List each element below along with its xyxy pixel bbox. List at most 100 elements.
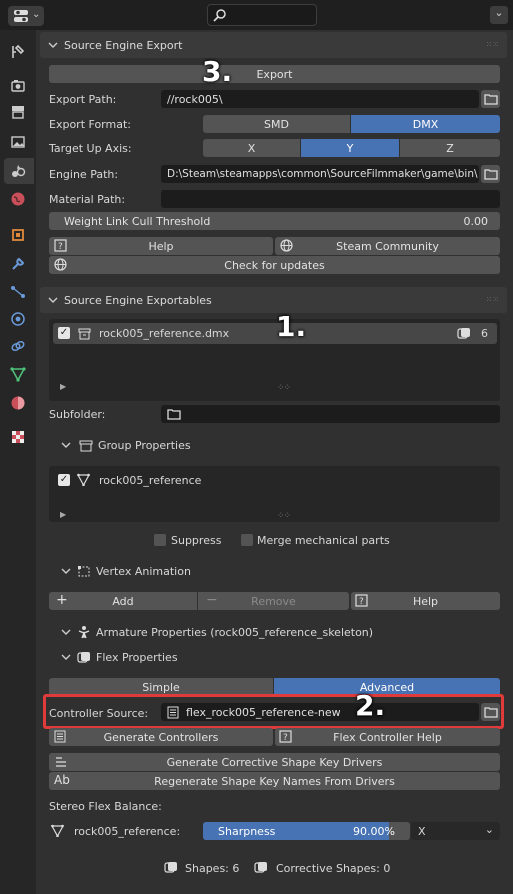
render-icon[interactable] [10,78,26,94]
list-item[interactable]: ✓ rock005_reference.dmx 6 [53,323,497,344]
target-up-axis-label: Target Up Axis: [49,142,132,155]
annotation-two: 2. [355,689,386,722]
shape-keys-icon [457,328,470,339]
sharpness-slider[interactable]: Sharpness 90.00% [203,822,410,840]
subfolder-label: Subfolder: [49,408,106,421]
chevron-down-icon [48,42,58,48]
generate-controllers-button[interactable]: Generate Controllers [49,728,273,746]
vertex-animation-header[interactable]: Vertex Animation [49,559,500,583]
engine-path-browse-button[interactable] [481,165,500,183]
axis-y-button[interactable]: Y [301,139,399,157]
check-for-updates-button[interactable]: Check for updates [49,256,500,274]
suppress-checkbox[interactable] [154,534,166,546]
subfolder-field[interactable] [161,405,500,423]
view-layer-icon[interactable] [10,134,26,150]
stereo-axis-value: X [418,825,426,838]
options-dropdown-button[interactable]: ⌄ [490,6,508,24]
sharpness-value: 90.00% [353,825,395,838]
add-vertex-animation-button[interactable]: + Add [49,592,197,610]
chevron-down-icon: ⌄ [32,9,41,20]
shape-keys-icon [164,862,177,873]
flex-properties-title: Flex Properties [96,650,178,664]
chevron-down-icon: ⌄ [484,823,494,836]
material-path-label: Material Path: [49,193,126,206]
list-expand-arrow-icon[interactable]: ▶ [60,382,66,391]
physics-icon[interactable] [10,311,26,327]
weight-cull-threshold-slider[interactable]: Weight Link Cull Threshold 0.00 [49,212,500,230]
export-path-browse-button[interactable] [481,90,500,108]
group-item-checkbox[interactable]: ✓ [58,474,70,486]
stereo-axis-dropdown[interactable]: X ⌄ [411,822,500,840]
plus-icon: + [56,592,68,608]
top-bar: ⌄ ⌄ [0,0,513,30]
engine-path-field[interactable]: D:\Steam\steamapps\common\SourceFilmmake… [161,165,479,183]
list-item[interactable]: ✓ rock005_reference [53,470,497,490]
list-item-name: rock005_reference.dmx [99,327,230,340]
tool-icon[interactable] [10,44,26,60]
material-icon[interactable] [10,395,26,411]
vertex-animation-help-button[interactable]: ? Help [351,592,500,610]
format-smd-button[interactable]: SMD [203,115,350,133]
panel-title: Source Engine Exportables [64,293,212,307]
armature-properties-header[interactable]: Armature Properties (rock005_reference_s… [49,620,500,644]
format-dmx-button[interactable]: DMX [351,115,500,133]
vertex-animation-title: Vertex Animation [96,564,191,578]
drag-handle-icon[interactable]: ⁙⁙ [486,295,499,304]
export-path-field[interactable]: //rock005\ [161,90,479,108]
suppress-label: Suppress [171,534,222,547]
generate-corrective-drivers-button[interactable]: Generate Corrective Shape Key Drivers [49,753,500,771]
svg-text:?: ? [58,242,63,252]
svg-text:?: ? [359,597,364,607]
weight-cull-label: Weight Link Cull Threshold [64,214,211,228]
export-checkbox[interactable]: ✓ [58,327,70,339]
stereo-object-name: rock005_reference: [74,825,181,838]
material-path-field[interactable] [161,190,500,208]
object-icon[interactable] [10,227,26,243]
drag-handle-icon[interactable]: ⁙⁙ [486,40,499,49]
data-mesh-icon[interactable] [10,366,26,382]
flex-controller-help-button[interactable]: ? Flex Controller Help [275,728,500,746]
svg-text:?: ? [283,733,288,743]
help-button[interactable]: ? Help [49,237,273,255]
list-expand-arrow-icon[interactable]: ▶ [60,510,66,519]
annotation-one: 1. [276,310,307,343]
stereo-flex-balance-label: Stereo Flex Balance: [49,800,162,813]
armature-properties-title: Armature Properties (rock005_reference_s… [96,625,374,639]
steam-community-button[interactable]: Steam Community [275,237,500,255]
list-resize-grip-icon[interactable]: ⁘⁘ [277,511,291,521]
driver-icon [56,757,66,767]
world-icon[interactable] [10,191,26,207]
exportables-panel-header[interactable]: Source Engine Exportables ⁙⁙ [40,287,507,313]
group-properties-title: Group Properties [98,438,191,452]
modifier-wrench-icon[interactable] [10,256,26,272]
shapes-count: Shapes: 6 [185,862,240,875]
group-properties-header[interactable]: Group Properties [49,433,500,457]
list-resize-grip-icon[interactable]: ⁘⁘ [277,383,291,393]
constraints-icon[interactable] [10,338,26,354]
flex-properties-header[interactable]: Flex Properties [49,645,500,669]
export-button[interactable]: Export [49,65,500,83]
mesh-icon [51,824,64,837]
particles-icon[interactable] [10,284,26,300]
properties-editor-icon [14,10,28,22]
group-item-name: rock005_reference [99,474,202,487]
editor-type-button[interactable]: ⌄ [8,6,44,26]
globe-icon [54,258,67,271]
search-icon [213,9,226,22]
texture-icon[interactable] [10,429,26,445]
axis-z-button[interactable]: Z [400,139,500,157]
regenerate-shape-key-names-button[interactable]: Ab Regenerate Shape Key Names From Drive… [49,772,500,790]
chevron-down-icon [61,568,71,574]
export-panel-header[interactable]: Source Engine Export ⁙⁙ [40,32,507,58]
axis-x-button[interactable]: X [203,139,300,157]
properties-tab-sidebar [0,30,36,894]
shape-keys-icon [254,862,267,873]
vertex-animation-icon [78,565,90,576]
search-input[interactable] [207,4,317,26]
merge-mechanical-checkbox[interactable] [241,534,253,546]
remove-vertex-animation-button[interactable]: − Remove [198,592,349,610]
output-icon[interactable] [10,104,26,120]
globe-icon [280,239,293,252]
scene-icon[interactable] [10,163,26,179]
chevron-down-icon [61,654,71,660]
